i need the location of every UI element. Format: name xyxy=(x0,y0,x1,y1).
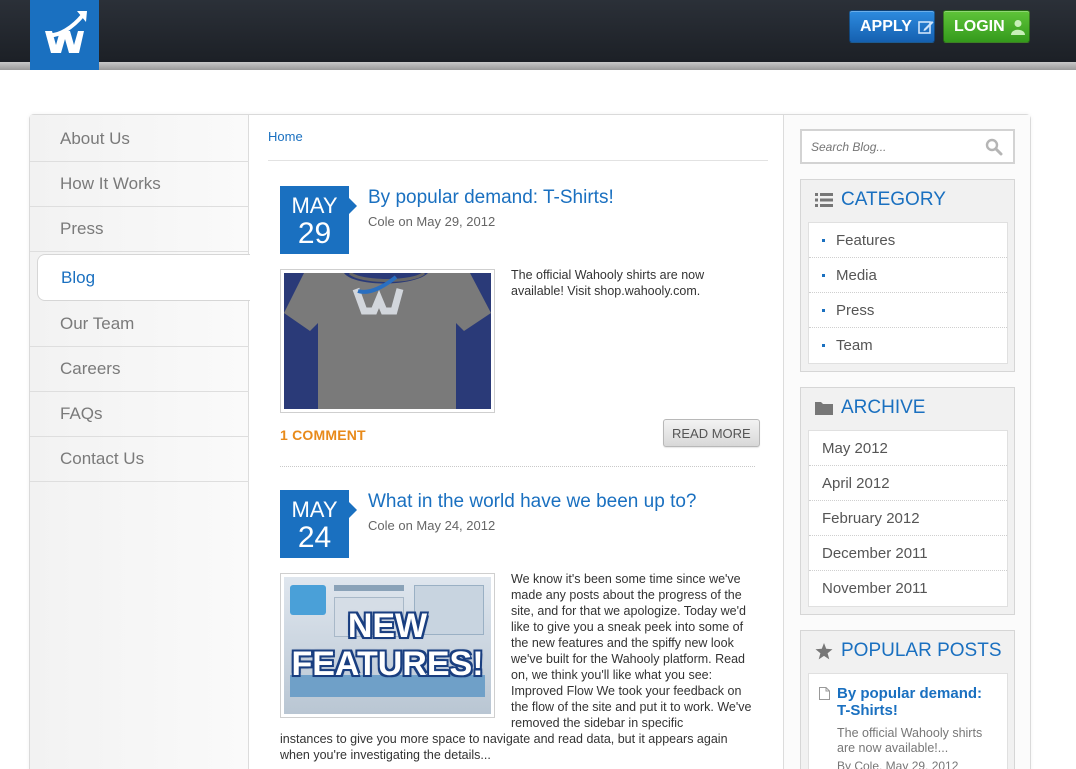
post-excerpt: We know it's been some time since we've … xyxy=(511,572,752,730)
sidebar-item-press[interactable]: Press xyxy=(30,207,249,252)
sidebar-item-how-it-works[interactable]: How It Works xyxy=(30,162,249,207)
breadcrumb-home-link[interactable]: Home xyxy=(268,129,303,144)
new-features-thumbnail-image[interactable]: NEW FEATURES! xyxy=(280,573,495,718)
bullet-icon xyxy=(822,238,825,242)
tshirt-thumbnail-image[interactable] xyxy=(280,269,495,413)
archive-item-february-2012[interactable]: February 2012 xyxy=(809,501,1007,536)
login-button-label: LOGIN xyxy=(954,17,1005,35)
post-title-link[interactable]: What in the world have we been up to? xyxy=(368,491,696,513)
thumbnail-text-new: NEW xyxy=(347,607,428,645)
archive-widget: ARCHIVE May 2012 April 2012 February 201… xyxy=(800,387,1015,615)
category-item-team[interactable]: Team xyxy=(809,328,1007,363)
sidebar-item-about-us[interactable]: About Us xyxy=(30,117,249,162)
sidebar-item-our-team[interactable]: Our Team xyxy=(30,302,249,347)
category-item-press[interactable]: Press xyxy=(809,293,1007,328)
post-date-month: MAY xyxy=(291,193,338,218)
popular-post-excerpt: The official Wahooly shirts are now avai… xyxy=(837,726,983,755)
post-title-link[interactable]: By popular demand: T-Shirts! xyxy=(368,187,614,209)
document-icon xyxy=(819,687,830,705)
bullet-icon xyxy=(822,344,825,347)
star-icon xyxy=(815,643,833,665)
list-icon xyxy=(815,192,833,213)
popular-posts-title: POPULAR POSTS xyxy=(841,640,1002,661)
search-icon[interactable] xyxy=(985,138,1003,161)
sidebar-item-careers[interactable]: Careers xyxy=(30,347,249,392)
category-item-label: Team xyxy=(836,337,873,354)
sidebar-item-faqs[interactable]: FAQs xyxy=(30,392,249,437)
search-box[interactable] xyxy=(800,129,1015,164)
top-bar-rule xyxy=(0,62,1076,70)
post-separator xyxy=(280,466,755,467)
archive-item-november-2011[interactable]: November 2011 xyxy=(809,571,1007,606)
archive-list: May 2012 April 2012 February 2012 Decemb… xyxy=(808,430,1008,607)
bullet-icon xyxy=(822,273,825,277)
apply-button[interactable]: APPLY xyxy=(849,10,935,43)
sidebar-item-blog[interactable]: Blog xyxy=(37,254,250,301)
search-input[interactable] xyxy=(811,139,976,154)
post-date-day: 29 xyxy=(297,217,332,250)
archive-title: ARCHIVE xyxy=(841,397,926,418)
folder-icon xyxy=(815,400,833,421)
thumbnail-text-features: FEATURES! xyxy=(291,645,484,683)
wahooly-w-logo-icon[interactable] xyxy=(30,0,99,70)
sidebar-item-contact-us[interactable]: Contact Us xyxy=(30,437,249,482)
category-item-label: Press xyxy=(836,301,875,319)
apply-button-label: APPLY xyxy=(860,17,912,35)
popular-post-meta: By Cole, May 29, 2012 xyxy=(837,759,959,769)
archive-item-may-2012[interactable]: May 2012 xyxy=(809,431,1007,466)
edit-pencil-icon xyxy=(918,19,934,35)
user-icon xyxy=(1010,19,1025,35)
category-item-label: Media xyxy=(836,266,877,284)
post-byline: Cole on May 24, 2012 xyxy=(368,518,496,533)
bullet-icon xyxy=(822,308,825,312)
login-button[interactable]: LOGIN xyxy=(943,10,1030,43)
category-title: CATEGORY xyxy=(841,189,946,210)
archive-item-april-2012[interactable]: April 2012 xyxy=(809,466,1007,501)
category-widget: CATEGORY Features Media Press Team xyxy=(800,179,1015,372)
category-item-features[interactable]: Features xyxy=(809,223,1007,258)
archive-item-december-2011[interactable]: December 2011 xyxy=(809,536,1007,571)
post-excerpt-continued: instances to give you more space to navi… xyxy=(280,732,728,762)
post-byline: Cole on May 29, 2012 xyxy=(368,214,496,229)
post-date-day: 24 xyxy=(297,521,332,554)
comments-link[interactable]: 1 COMMENT xyxy=(280,427,366,443)
breadcrumb-divider xyxy=(268,160,768,161)
post-date-badge: MAY 29 xyxy=(280,186,357,254)
post-date-month: MAY xyxy=(291,497,338,522)
category-item-label: Features xyxy=(836,231,896,249)
post-excerpt: The official Wahooly shirts are now avai… xyxy=(511,268,705,298)
post-date-badge: MAY 24 xyxy=(280,490,357,558)
read-more-button[interactable]: READ MORE xyxy=(663,419,760,447)
category-list: Features Media Press Team xyxy=(808,222,1008,364)
category-item-media[interactable]: Media xyxy=(809,258,1007,293)
popular-post-title-link[interactable]: By popular demand: T-Shirts! xyxy=(837,685,997,719)
